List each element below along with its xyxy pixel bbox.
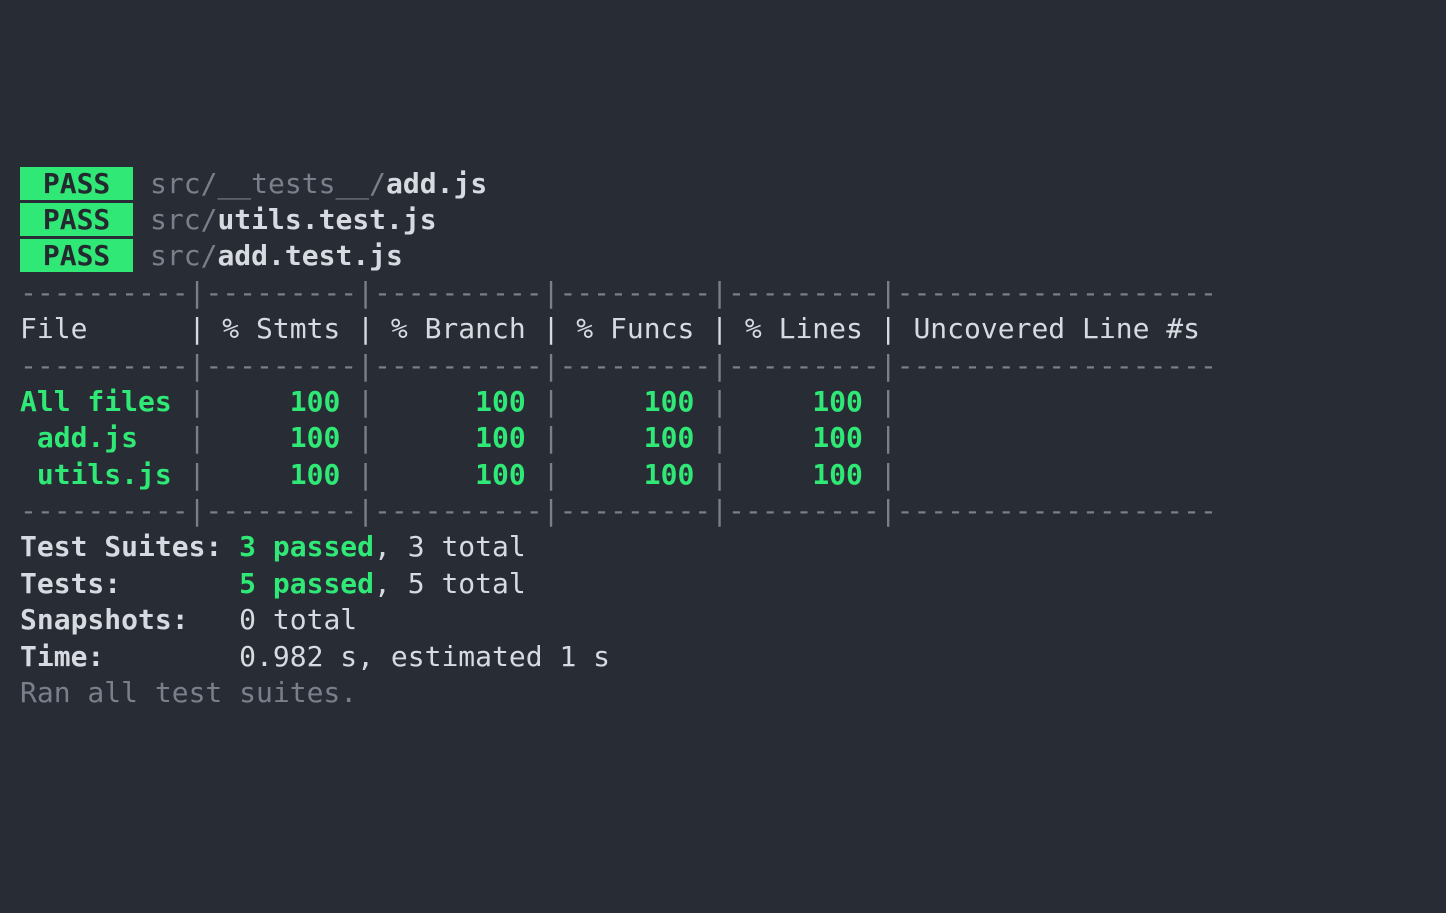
suites-passed: 3 passed (239, 530, 374, 563)
coverage-uncovered (913, 421, 1216, 454)
coverage-branch: 100 (391, 385, 543, 418)
table-row: add.js | 100 | 100 | 100 | 100 | (20, 420, 1426, 456)
coverage-stmts: 100 (222, 421, 357, 454)
tests-passed: 5 passed (239, 567, 374, 600)
summary-footer: Ran all test suites. (20, 675, 1426, 711)
table-row: utils.js | 100 | 100 | 100 | 100 | (20, 457, 1426, 493)
test-run-line: PASS src/utils.test.js (20, 202, 1426, 238)
coverage-stmts: 100 (222, 385, 357, 418)
coverage-funcs: 100 (576, 458, 711, 491)
pass-badge: PASS (20, 239, 133, 272)
summary-suites: Test Suites: 3 passed, 3 total (20, 529, 1426, 565)
coverage-funcs: 100 (576, 421, 711, 454)
coverage-lines: 100 (745, 385, 880, 418)
table-separator: ----------|---------|----------|--------… (20, 348, 1426, 384)
summary-tests: Tests: 5 passed, 5 total (20, 566, 1426, 602)
table-separator: ----------|---------|----------|--------… (20, 493, 1426, 529)
coverage-file: utils.js (20, 458, 189, 491)
test-path-dir: src/__tests__/ (150, 167, 386, 200)
coverage-file: All files (20, 385, 189, 418)
summary-snapshots: Snapshots: 0 total (20, 602, 1426, 638)
coverage-uncovered (913, 385, 1216, 418)
test-path-dir: src/ (150, 239, 217, 272)
test-path-file: add.js (386, 167, 487, 200)
test-path-file: utils.test.js (217, 203, 436, 236)
table-header: File | % Stmts | % Branch | % Funcs | % … (20, 311, 1426, 347)
summary-time: Time: 0.982 s, estimated 1 s (20, 639, 1426, 675)
test-path-file: add.test.js (217, 239, 402, 272)
test-path-dir: src/ (150, 203, 217, 236)
coverage-file: add.js (20, 421, 189, 454)
table-row: All files | 100 | 100 | 100 | 100 | (20, 384, 1426, 420)
coverage-branch: 100 (391, 421, 543, 454)
coverage-funcs: 100 (576, 385, 711, 418)
coverage-lines: 100 (745, 458, 880, 491)
coverage-stmts: 100 (222, 458, 357, 491)
coverage-lines: 100 (745, 421, 880, 454)
coverage-uncovered (913, 458, 1216, 491)
test-run-line: PASS src/__tests__/add.js (20, 166, 1426, 202)
terminal-output: PASS src/__tests__/add.js PASS src/utils… (20, 166, 1426, 712)
pass-badge: PASS (20, 203, 133, 236)
pass-badge: PASS (20, 167, 133, 200)
test-run-line: PASS src/add.test.js (20, 238, 1426, 274)
coverage-branch: 100 (391, 458, 543, 491)
table-separator: ----------|---------|----------|--------… (20, 275, 1426, 311)
